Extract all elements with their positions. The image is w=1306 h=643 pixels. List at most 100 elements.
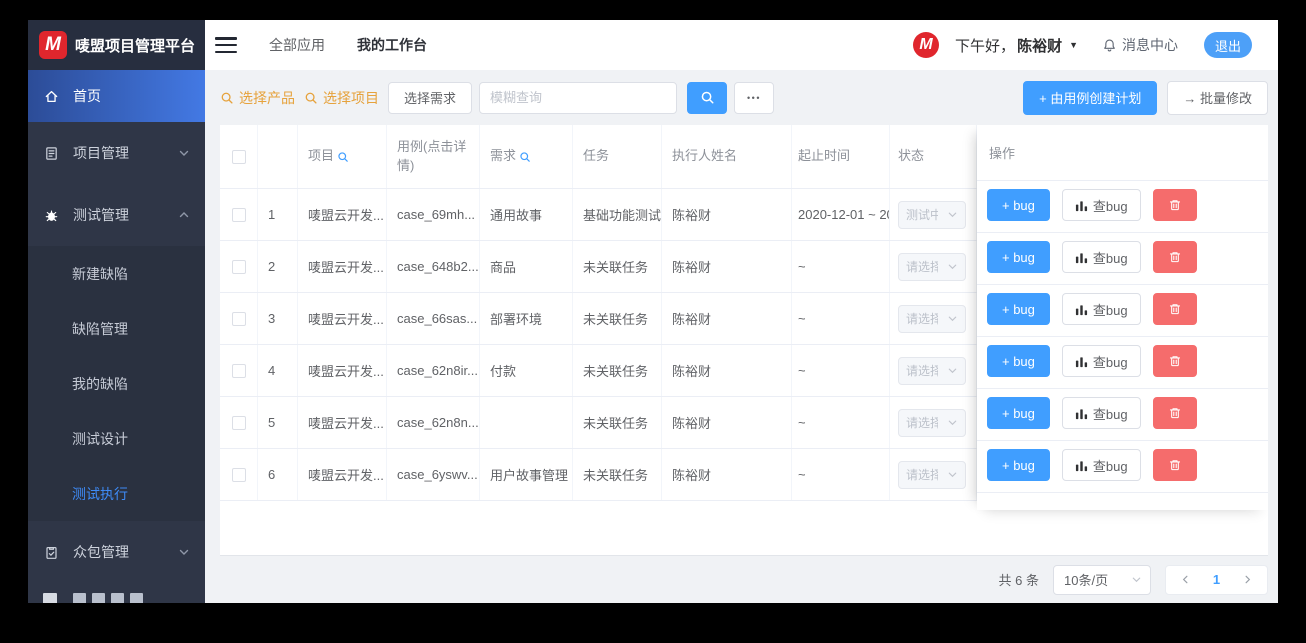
sidebar-item-project-mgmt[interactable]: 项目管理 [28, 122, 205, 184]
delete-button[interactable] [1152, 449, 1197, 481]
brand-logo-icon: M [39, 31, 67, 59]
delete-button[interactable] [1152, 293, 1197, 325]
status-select[interactable]: 请选择 [898, 408, 966, 437]
document-icon [43, 146, 59, 161]
chevron-up-icon [178, 209, 190, 221]
bell-icon [1102, 38, 1117, 53]
row-requirement: 用户故事管理 [480, 449, 573, 500]
sidebar-subitem-defect-mgmt[interactable]: 缺陷管理 [28, 301, 205, 356]
sidebar-item-crowdsourcing[interactable]: 众包管理 [28, 521, 205, 583]
row-case-link[interactable]: case_648b2... [387, 241, 480, 292]
row-checkbox[interactable] [231, 311, 246, 326]
view-bug-button[interactable]: 查bug [1061, 345, 1141, 377]
more-filters-button[interactable]: ••• [734, 81, 775, 114]
view-bug-button[interactable]: 查bug [1061, 397, 1141, 429]
sidebar-subitem-test-execution[interactable]: 测试执行 [28, 466, 205, 521]
column-search-icon[interactable] [337, 151, 349, 163]
delete-button[interactable] [1152, 397, 1197, 429]
create-plan-from-case-button[interactable]: + 由用例创建计划 [1023, 80, 1158, 115]
search-icon [304, 91, 318, 105]
row-case-link[interactable]: case_62n8ir... [387, 345, 480, 396]
delete-button[interactable] [1152, 241, 1197, 273]
row-checkbox[interactable] [231, 415, 246, 430]
row-case-link[interactable]: case_69mh... [387, 189, 480, 240]
sidebar-subitem-test-design[interactable]: 测试设计 [28, 411, 205, 466]
view-bug-button[interactable]: 查bug [1061, 449, 1141, 481]
status-select[interactable]: 请选择 [898, 356, 966, 385]
user-avatar[interactable]: M [913, 32, 940, 58]
chevron-down-icon [178, 546, 190, 558]
select-product-link[interactable]: 选择产品 [220, 88, 295, 108]
hamburger-menu-icon[interactable] [215, 37, 237, 53]
sidebar-item-label: 测试管理 [73, 207, 129, 223]
sidebar-item-home[interactable]: 首页 [28, 70, 205, 122]
bar-chart-icon [1075, 303, 1088, 316]
row-requirement: 通用故事 [480, 189, 573, 240]
row-requirement: 商品 [480, 241, 573, 292]
caret-down-icon: ▼ [1069, 40, 1078, 50]
sidebar-item-test-mgmt[interactable]: 测试管理 [28, 184, 205, 246]
row-checkbox[interactable] [231, 467, 246, 482]
search-icon [700, 90, 715, 105]
add-bug-button[interactable]: + bug [987, 397, 1050, 429]
status-select[interactable]: 请选择 [898, 304, 966, 333]
add-bug-button[interactable]: + bug [987, 241, 1050, 273]
sidebar-subitem-my-defects[interactable]: 我的缺陷 [28, 356, 205, 411]
delete-button[interactable] [1152, 345, 1197, 377]
row-index: 1 [258, 189, 298, 240]
row-checkbox[interactable] [231, 363, 246, 378]
header-case: 用例(点击详情) [387, 125, 480, 188]
topnav-my-workbench[interactable]: 我的工作台 [357, 35, 427, 55]
sidebar-subitem-new-defect[interactable]: 新建缺陷 [28, 246, 205, 301]
user-greeting[interactable]: 下午好， 陈裕财 ▼ [955, 35, 1078, 56]
bar-chart-icon [1075, 199, 1088, 212]
row-case-link[interactable]: case_6yswv... [387, 449, 480, 500]
row-case-link[interactable]: case_62n8n... [387, 397, 480, 448]
row-executor: 陈裕财 [662, 449, 792, 500]
batch-edit-button[interactable]: → 批量修改 [1167, 80, 1268, 115]
row-actions: + bug 查bug [977, 337, 1268, 389]
logout-button[interactable]: 退出 [1204, 32, 1252, 58]
add-bug-button[interactable]: + bug [987, 293, 1050, 325]
sidebar-item-partial[interactable] [28, 583, 205, 603]
header-project: 项目 [298, 125, 387, 188]
view-bug-button[interactable]: 查bug [1061, 293, 1141, 325]
row-requirement: 付款 [480, 345, 573, 396]
row-index: 4 [258, 345, 298, 396]
row-period: ~ [792, 397, 890, 448]
status-select[interactable]: 请选择 [898, 252, 966, 281]
row-checkbox[interactable] [231, 259, 246, 274]
row-checkbox[interactable] [231, 207, 246, 222]
row-case-link[interactable]: case_66sas... [387, 293, 480, 344]
status-select[interactable]: 请选择 [898, 460, 966, 489]
status-select[interactable]: 测试中 [898, 200, 966, 229]
search-button[interactable] [687, 81, 728, 114]
row-actions: + bug 查bug [977, 181, 1268, 233]
add-bug-button[interactable]: + bug [987, 345, 1050, 377]
view-bug-button[interactable]: 查bug [1061, 189, 1141, 221]
column-search-icon[interactable] [519, 151, 531, 163]
chevron-down-icon [1131, 574, 1142, 585]
fuzzy-search-input[interactable] [479, 81, 678, 114]
prev-page-button[interactable] [1170, 574, 1201, 585]
add-bug-button[interactable]: + bug [987, 449, 1050, 481]
row-status-cell: 请选择 [890, 293, 977, 344]
select-all-checkbox[interactable] [231, 149, 246, 164]
add-bug-button[interactable]: + bug [987, 189, 1050, 221]
select-project-link[interactable]: 选择项目 [304, 88, 379, 108]
page-size-select[interactable]: 10条/页 [1053, 564, 1151, 595]
trash-icon [1168, 250, 1182, 264]
next-page-button[interactable] [1232, 574, 1263, 585]
header-index [258, 125, 298, 188]
row-project: 唛盟云开发... [298, 293, 387, 344]
content-area: 项目 用例(点击详情) 需求 任务 执行人姓名 起止时间 状态 1 唛盟云开发.… [205, 125, 1278, 603]
delete-button[interactable] [1152, 189, 1197, 221]
current-page[interactable]: 1 [1201, 572, 1232, 587]
message-center[interactable]: 消息中心 [1102, 35, 1178, 55]
topnav-all-apps[interactable]: 全部应用 [269, 35, 325, 55]
trash-icon [1168, 198, 1182, 212]
view-bug-button[interactable]: 查bug [1061, 241, 1141, 273]
row-index: 3 [258, 293, 298, 344]
select-requirement-button[interactable]: 选择需求 [388, 81, 473, 114]
row-checkbox-cell [220, 189, 258, 240]
